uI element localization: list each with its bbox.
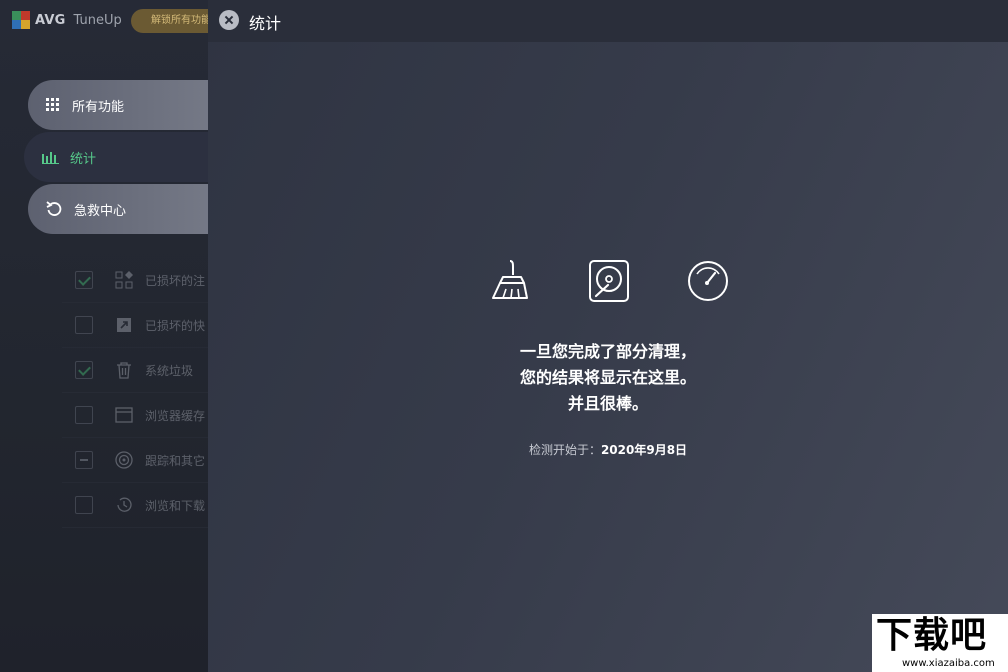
cleanup-list: 已损坏的注 已损坏的快 系统垃圾 浏览器缓存 跟踪和其它 浏览和下载 <box>62 258 208 528</box>
statistics-panel: 统计 一旦您完成了部分清理， 您的结果将显示在这里。 并且很棒。 检测开始于：2… <box>208 0 1008 672</box>
avg-logo-icon <box>12 11 30 29</box>
avg-logo: AVG TuneUp <box>12 11 122 29</box>
watermark: 下载吧 www.xiazaiba.com <box>872 614 1008 672</box>
speedometer-icon <box>688 261 728 301</box>
watermark-logo-text: 下载吧 <box>876 615 988 656</box>
panel-title: 统计 <box>249 14 282 33</box>
list-item-label: 跟踪和其它 <box>145 454 206 468</box>
undo-icon <box>46 201 62 216</box>
meta-date: 2020年9月8日 <box>600 443 688 457</box>
meta-label: 检测开始于： <box>528 443 601 457</box>
watermark-url: www.xiazaiba.com <box>902 658 995 669</box>
grid-icon <box>46 98 60 112</box>
history-icon <box>117 497 132 512</box>
trash-icon <box>117 362 131 379</box>
detection-start-date: 检测开始于：2020年9月8日 <box>208 441 1008 458</box>
shortcut-icon <box>117 318 131 332</box>
checkbox[interactable] <box>75 316 93 334</box>
list-item-label: 浏览器缓存 <box>145 409 206 423</box>
empty-state-message: 一旦您完成了部分清理， 您的结果将显示在这里。 并且很棒。 <box>208 339 1008 417</box>
list-item[interactable]: 已损坏的快 <box>62 303 208 348</box>
list-item[interactable]: 已损坏的注 <box>62 258 208 303</box>
list-item[interactable]: 系统垃圾 <box>62 348 208 393</box>
close-button[interactable] <box>219 10 239 30</box>
message-line: 并且很棒。 <box>567 394 648 413</box>
feature-icons <box>488 258 730 306</box>
logo-product: TuneUp <box>73 12 122 28</box>
list-item-label: 浏览和下载 <box>145 499 206 513</box>
broom-icon <box>492 260 528 299</box>
message-line: 一旦您完成了部分清理， <box>519 342 696 361</box>
list-item-label: 已损坏的快 <box>145 319 206 333</box>
sidebar-item-label: 急救中心 <box>74 203 127 219</box>
sidebar-item-label: 统计 <box>70 151 97 167</box>
logo-brand: AVG <box>35 12 66 28</box>
bar-chart-icon <box>42 152 59 164</box>
panel-header: 统计 <box>208 0 1008 42</box>
checkbox[interactable] <box>75 451 93 469</box>
list-item[interactable]: 跟踪和其它 <box>62 438 208 483</box>
sidebar-item-label: 所有功能 <box>72 99 125 115</box>
list-item[interactable]: 浏览和下载 <box>62 483 208 528</box>
target-icon <box>115 451 133 469</box>
message-line: 您的结果将显示在这里。 <box>519 368 696 387</box>
shapes-icon <box>115 271 133 289</box>
checkbox[interactable] <box>75 361 93 379</box>
list-item[interactable]: 浏览器缓存 <box>62 393 208 438</box>
browser-window-icon <box>115 407 133 423</box>
list-item-label: 系统垃圾 <box>145 364 194 378</box>
checkbox[interactable] <box>75 406 93 424</box>
list-item-label: 已损坏的注 <box>145 274 206 288</box>
checkbox[interactable] <box>75 496 93 514</box>
checkbox[interactable] <box>75 271 93 289</box>
hard-drive-icon <box>589 260 629 302</box>
